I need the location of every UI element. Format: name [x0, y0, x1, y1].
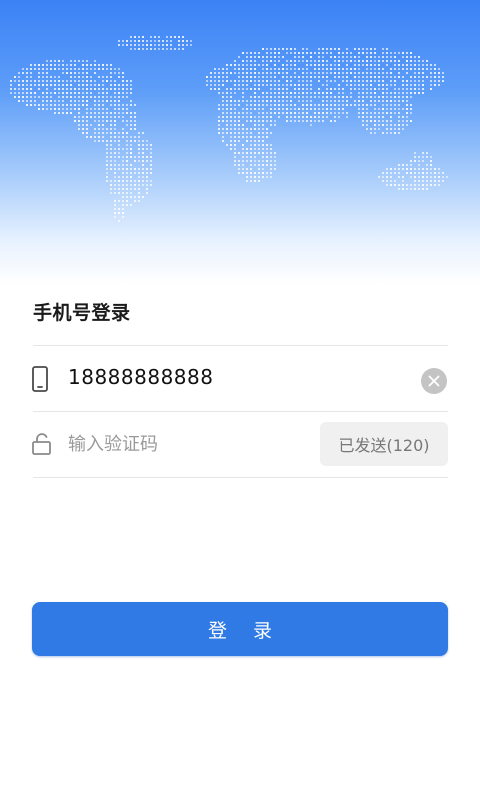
header-banner	[0, 0, 480, 285]
world-map-illustration	[10, 36, 448, 222]
phone-icon	[32, 366, 48, 392]
send-code-button[interactable]: 已发送(120)	[320, 422, 448, 466]
divider-bottom	[33, 477, 448, 478]
divider-middle	[33, 411, 448, 412]
unlock-icon	[32, 433, 51, 455]
divider-top	[33, 345, 448, 346]
phone-number-field[interactable]: 18888888888	[68, 365, 213, 389]
login-button[interactable]: 登 录	[32, 602, 448, 656]
clear-icon	[428, 375, 440, 387]
page-title: 手机号登录	[33, 302, 131, 324]
clear-phone-button[interactable]	[421, 368, 447, 394]
verification-code-input[interactable]	[68, 426, 308, 462]
